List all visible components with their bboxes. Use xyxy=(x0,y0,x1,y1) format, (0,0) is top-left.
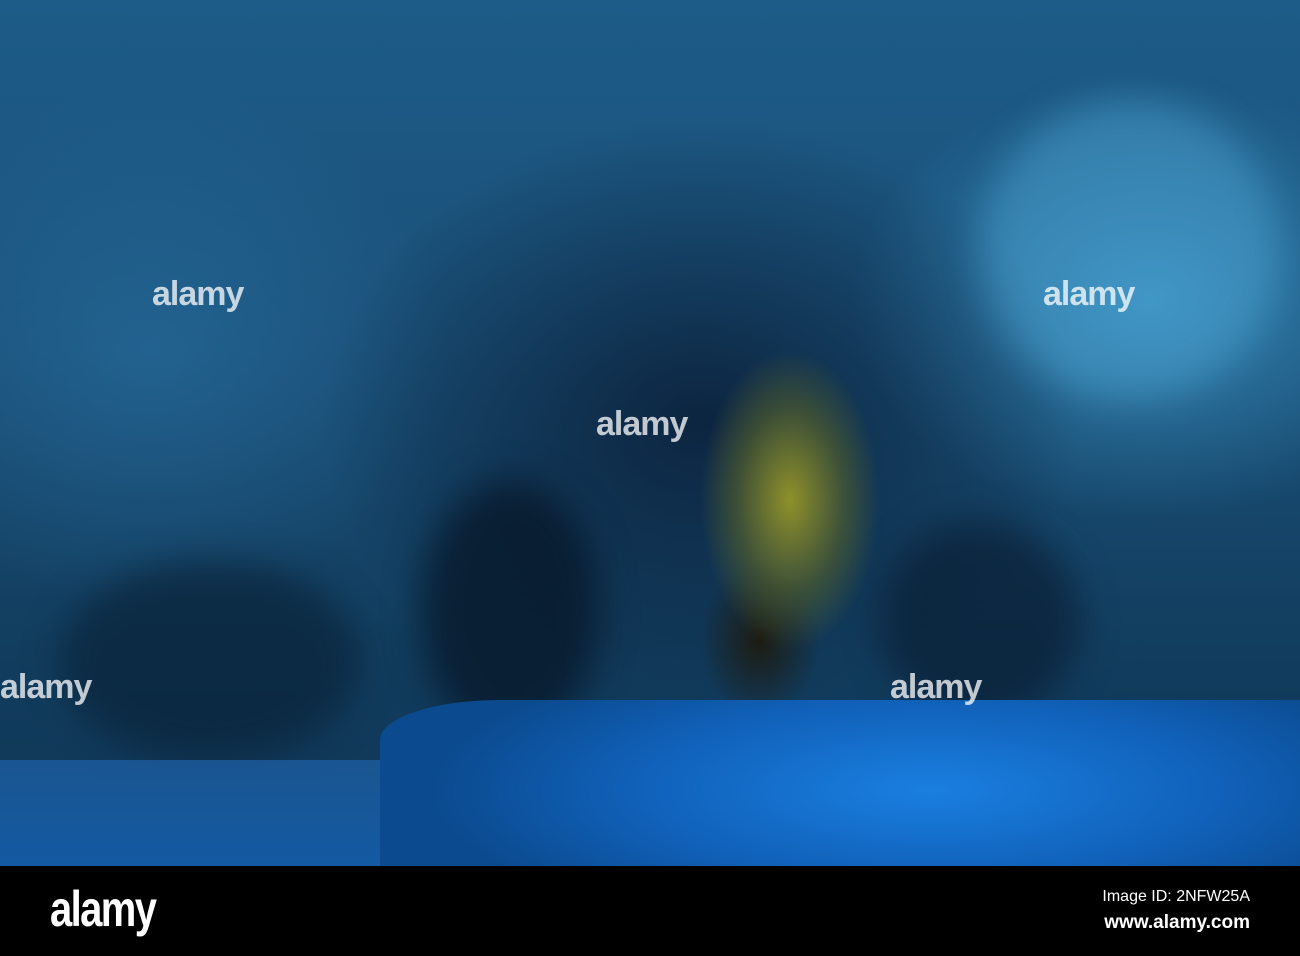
rock-shadow xyxy=(60,560,360,760)
rock-highlight xyxy=(980,100,1280,400)
footer-bar: alamy Image ID: 2NFW25A www.alamy.com xyxy=(0,866,1300,956)
watermark: alamy xyxy=(596,405,688,443)
cave-photo: alamy alamy alamy alamy alamy xyxy=(0,0,1300,866)
alamy-logo: alamy xyxy=(50,881,157,937)
watermark: alamy xyxy=(0,668,92,706)
watermark: alamy xyxy=(890,668,982,706)
image-id: Image ID: 2NFW25A xyxy=(1102,888,1250,905)
site-url: www.alamy.com xyxy=(1104,912,1250,933)
water xyxy=(380,700,1300,866)
watermark: alamy xyxy=(152,275,244,313)
watermark: alamy xyxy=(1043,275,1135,313)
